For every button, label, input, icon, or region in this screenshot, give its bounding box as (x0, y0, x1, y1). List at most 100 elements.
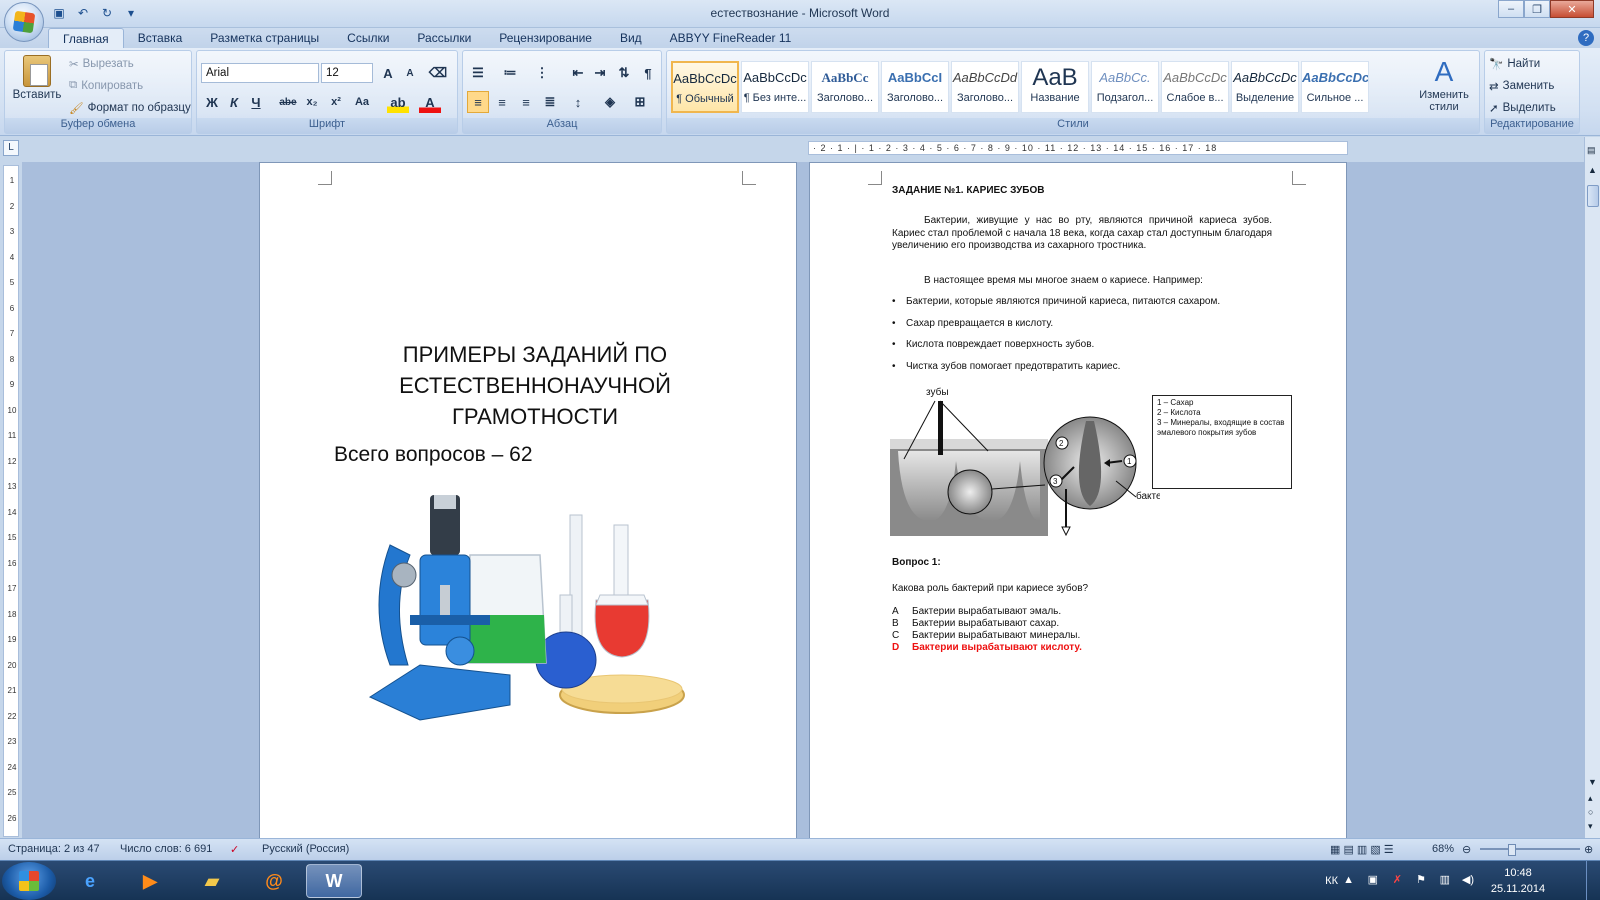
numbering-icon[interactable]: ≔ (499, 62, 521, 84)
tab-home[interactable]: Главная (48, 28, 124, 48)
volume-icon[interactable]: ◀) (1462, 873, 1474, 886)
highlight-icon[interactable]: ab (387, 91, 409, 113)
style-item[interactable]: AaBbCcI Заголово... (881, 61, 949, 113)
sort-icon[interactable]: ⇅ (613, 62, 635, 84)
zoom-out-icon[interactable]: ⊖ (1462, 843, 1471, 856)
gallery-scroll-icon[interactable] (1373, 55, 1413, 67)
font-family-select[interactable]: Arial (201, 63, 319, 83)
replace-button[interactable]: ⇄ Заменить (1489, 79, 1554, 93)
clock-time[interactable]: 10:48 (1478, 867, 1558, 879)
word-icon[interactable]: W (306, 864, 362, 898)
scroll-down-icon[interactable]: ▼ (1588, 777, 1597, 787)
strikethrough-button[interactable]: abe (277, 91, 299, 113)
decrease-indent-icon[interactable]: ⇤ (567, 62, 589, 84)
bullets-icon[interactable]: ☰ (467, 62, 489, 84)
tab-insert[interactable]: Вставка (124, 28, 197, 48)
style-item[interactable]: AaBbCcDc ¶ Обычный (671, 61, 739, 113)
horizontal-ruler[interactable]: · 2 · 1 · | · 1 · 2 · 3 · 4 · 5 · 6 · 7 … (808, 141, 1348, 155)
proofing-icon[interactable]: ✓ (230, 843, 239, 856)
clock-date[interactable]: 25.11.2014 (1478, 883, 1558, 895)
format-painter-button[interactable]: 🖌 Формат по образцу (69, 101, 191, 115)
prev-page-icon[interactable]: ▴ (1588, 793, 1593, 804)
show-desktop-button[interactable] (1586, 861, 1600, 900)
tray-app-icon[interactable]: ▣ (1368, 873, 1378, 886)
cut-button[interactable]: ✂ Вырезать (69, 57, 134, 71)
style-item[interactable]: AaBbCcDc Слабое в... (1161, 61, 1229, 113)
font-size-select[interactable]: 12 (321, 63, 373, 83)
tab-abbyy[interactable]: ABBYY FineReader 11 (656, 28, 806, 48)
style-item[interactable]: AaB Название (1021, 61, 1089, 113)
minimize-button[interactable]: – (1498, 0, 1524, 18)
tab-selector-icon[interactable]: L (3, 140, 19, 156)
page-count[interactable]: Страница: 2 из 47 (8, 843, 100, 855)
input-language[interactable]: КК (1325, 875, 1338, 887)
style-item[interactable]: AaBbCcDc Выделение (1231, 61, 1299, 113)
tab-page-layout[interactable]: Разметка страницы (196, 28, 333, 48)
style-item[interactable]: AaBbCc. Подзагол... (1091, 61, 1159, 113)
shrink-font-button[interactable]: A (399, 62, 421, 84)
font-color-button[interactable]: A (419, 91, 441, 113)
help-icon[interactable]: ? (1578, 30, 1594, 46)
network-icon[interactable]: ▥ (1440, 873, 1450, 886)
browse-object-icon[interactable]: ○ (1588, 807, 1593, 817)
change-case-button[interactable]: Aa (351, 91, 373, 113)
zoom-in-icon[interactable]: ⊕ (1584, 843, 1593, 856)
clear-format-icon[interactable]: ⌫ (427, 62, 449, 84)
align-center-icon[interactable]: ≡ (491, 91, 513, 113)
justify-icon[interactable]: ≣ (539, 91, 561, 113)
tab-references[interactable]: Ссылки (333, 28, 403, 48)
zoom-slider[interactable] (1480, 848, 1580, 850)
underline-button[interactable]: Ч (245, 91, 267, 113)
window-title: естествознание - Microsoft Word (710, 6, 890, 20)
vertical-ruler[interactable]: 1 2 3 4 5 6 7 8 9 10 11 12 13 14 15 16 17 18 19 20 21 22 23 24 2… (3, 165, 19, 837)
antivirus-icon[interactable]: ✗ (1393, 873, 1402, 886)
superscript-button[interactable]: x² (325, 91, 347, 113)
line-spacing-icon[interactable]: ↕ (567, 91, 589, 113)
style-item[interactable]: AaBbCc Заголово... (811, 61, 879, 113)
subscript-button[interactable]: x₂ (301, 91, 323, 113)
select-button[interactable]: ➚ Выделить (1489, 101, 1556, 115)
borders-icon[interactable]: ⊞ (629, 91, 651, 113)
ie-icon[interactable]: e (62, 864, 118, 898)
mail-icon[interactable]: @ (246, 864, 302, 898)
zoom-level[interactable]: 68% (1432, 843, 1454, 855)
page-2[interactable]: ЗАДАНИЕ №1. КАРИЕС ЗУБОВ Бактерии, живущ… (809, 162, 1347, 838)
find-button[interactable]: 🔭 Найти (1489, 57, 1540, 71)
page-1[interactable]: ПРИМЕРЫ ЗАДАНИЙ ПО ЕСТЕСТВЕННОНАУЧНОЙ ГР… (259, 162, 797, 838)
start-button[interactable] (2, 862, 56, 900)
shading-icon[interactable]: ◈ (599, 91, 621, 113)
align-right-icon[interactable]: ≡ (515, 91, 537, 113)
italic-button[interactable]: К (223, 91, 245, 113)
style-item[interactable]: AaBbCcDc ¶ Без инте... (741, 61, 809, 113)
style-item[interactable]: AaBbCcDd Заголово... (951, 61, 1019, 113)
word-count[interactable]: Число слов: 6 691 (120, 843, 212, 855)
increase-indent-icon[interactable]: ⇥ (589, 62, 611, 84)
view-ruler-icon[interactable]: ▤ (1587, 145, 1596, 156)
tab-view[interactable]: Вид (606, 28, 656, 48)
tab-mailings[interactable]: Рассылки (403, 28, 485, 48)
close-button[interactable]: ✕ (1550, 0, 1594, 18)
change-styles-button[interactable]: A Изменить стили (1415, 57, 1473, 114)
paste-button[interactable]: Вставить (11, 55, 63, 101)
next-page-icon[interactable]: ▾ (1588, 821, 1593, 832)
zoom-slider-thumb[interactable] (1508, 844, 1516, 856)
align-left-icon[interactable]: ≡ (467, 91, 489, 113)
maximize-button[interactable]: ❐ (1524, 0, 1550, 18)
copy-button[interactable]: ⧉ Копировать (69, 79, 143, 92)
multilevel-list-icon[interactable]: ⋮ (531, 62, 553, 84)
office-button[interactable] (4, 2, 44, 42)
scroll-up-icon[interactable]: ▲ (1588, 165, 1597, 175)
language[interactable]: Русский (Россия) (262, 843, 349, 855)
pilcrow-icon[interactable]: ¶ (637, 62, 659, 84)
media-player-icon[interactable]: ▶ (122, 864, 178, 898)
style-item[interactable]: AaBbCcDc Сильное ... (1301, 61, 1369, 113)
folder-icon[interactable]: ▰ (184, 864, 240, 898)
tab-review[interactable]: Рецензирование (485, 28, 606, 48)
bold-button[interactable]: Ж (201, 91, 223, 113)
view-buttons[interactable]: ▦ ▤ ▥ ▧ ☰ (1330, 843, 1394, 856)
flag-icon[interactable]: ⚑ (1416, 873, 1426, 886)
tray-expand-icon[interactable]: ▲ (1343, 874, 1354, 886)
vertical-scrollbar[interactable]: ▤ ▲ ▼ ▴ ○ ▾ (1584, 137, 1600, 838)
scroll-thumb[interactable] (1587, 185, 1599, 207)
grow-font-button[interactable]: A (377, 62, 399, 84)
